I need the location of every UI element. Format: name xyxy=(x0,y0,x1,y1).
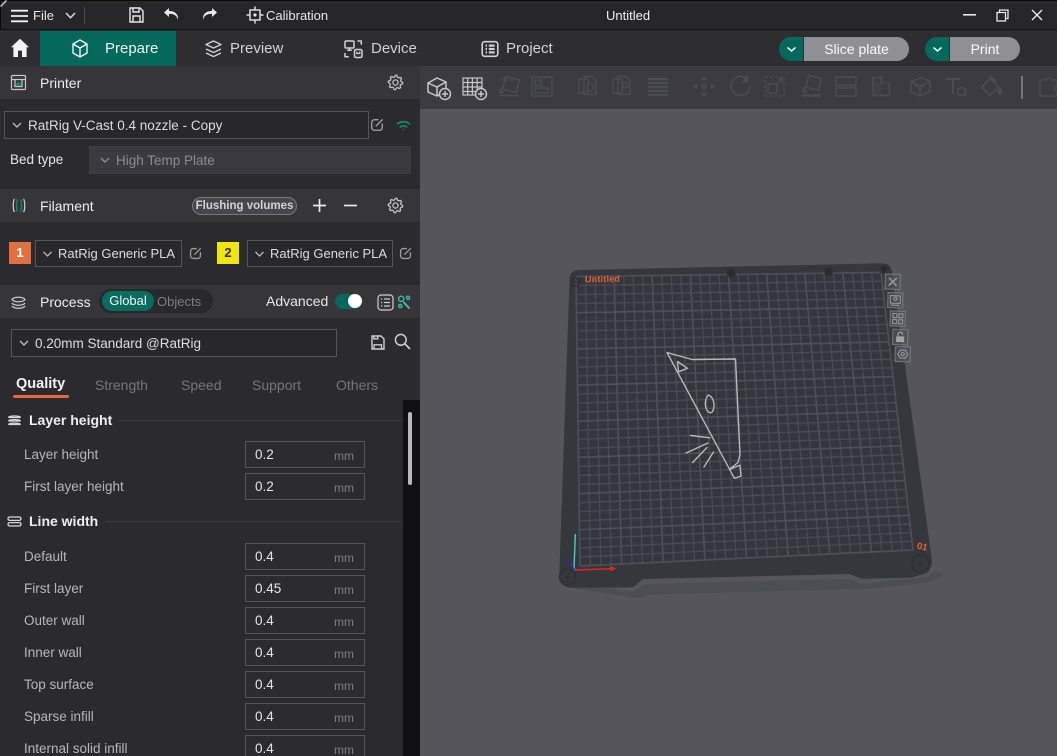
svg-text:Untitled: Untitled xyxy=(585,274,620,285)
